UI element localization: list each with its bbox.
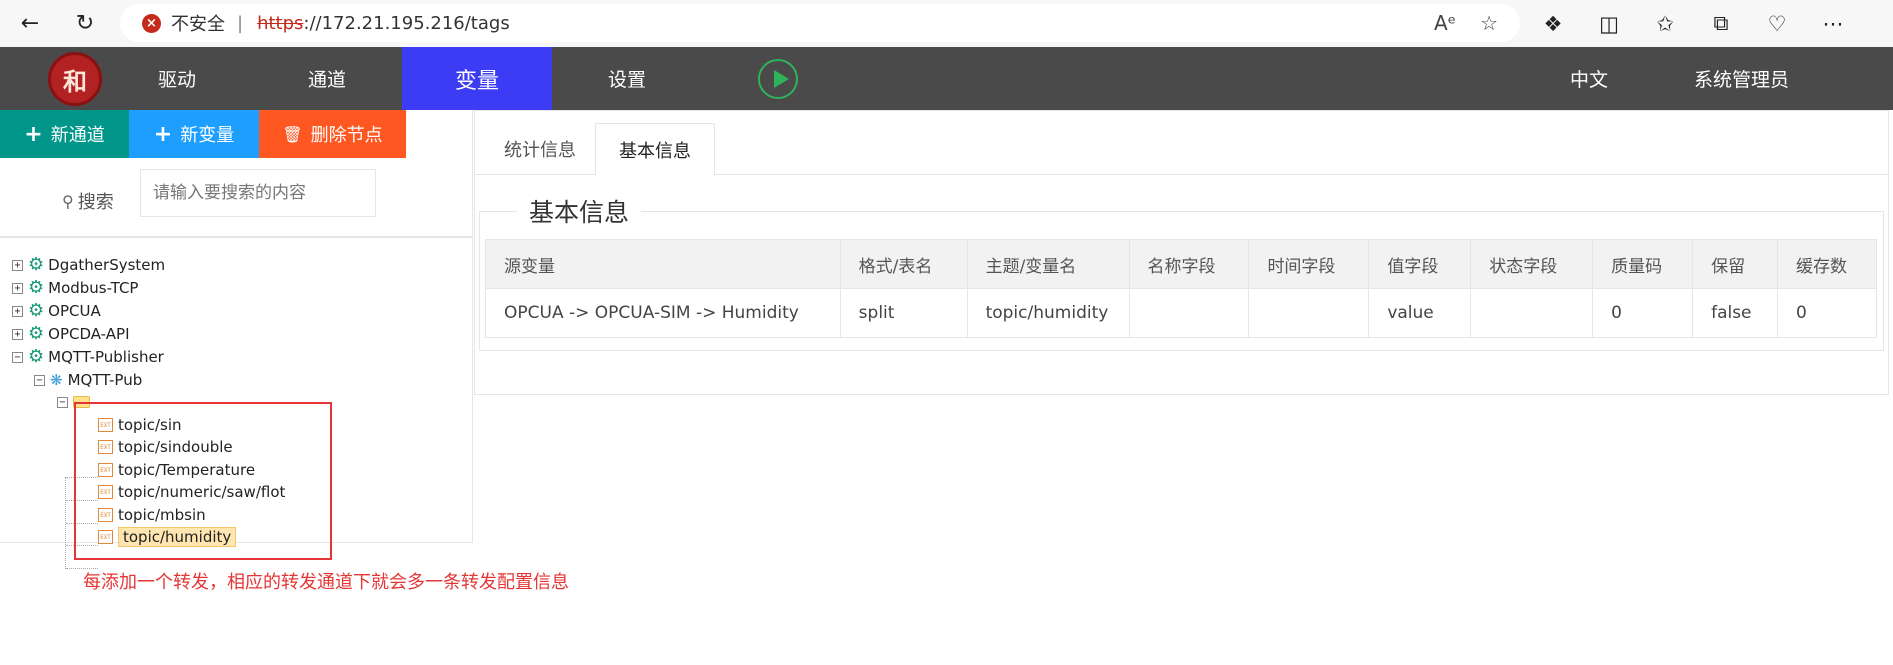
app-header: 和 驱动 通道 变量 设置 中文 系统管理员	[0, 47, 1893, 110]
gear-icon: ⚙	[28, 277, 45, 298]
tab-statistics[interactable]: 统计信息	[480, 123, 600, 175]
expand-icon[interactable]: +	[12, 305, 23, 317]
user-menu[interactable]: 系统管理员	[1694, 47, 1789, 110]
logo: 和	[48, 52, 102, 106]
tree-node-label: DgatherSystem	[48, 256, 166, 274]
tree-node-mqtt-publisher[interactable]: − ⚙ MQTT-Publisher	[12, 347, 164, 367]
gear-icon: ⚙	[28, 323, 45, 344]
network-node-icon: ❋	[50, 371, 63, 389]
gear-icon: ⚙	[28, 254, 45, 275]
menu-item-settings[interactable]: 设置	[552, 47, 702, 110]
tree-node-dgathersystem[interactable]: + ⚙ DgatherSystem	[12, 255, 165, 275]
collapse-icon[interactable]: −	[34, 374, 45, 386]
new-variable-button[interactable]: + 新变量	[129, 110, 259, 158]
col-name-field: 名称字段	[1128, 239, 1250, 289]
tree-node-mqtt-pub[interactable]: − ❋ MQTT-Pub	[34, 370, 142, 390]
new-variable-label: 新变量	[180, 125, 235, 146]
tab-basic-info[interactable]: 基本信息	[595, 123, 715, 176]
table-header-row: 源变量 格式/表名 主题/变量名 名称字段 时间字段 值字段 状态字段 质量码 …	[485, 239, 1877, 289]
search-input[interactable]	[140, 169, 376, 217]
more-menu-icon[interactable]: ⋯	[1815, 12, 1851, 36]
table-cell: value	[1368, 288, 1472, 338]
section-title: 基本信息	[517, 193, 642, 229]
split-screen-icon[interactable]: ◫	[1591, 12, 1627, 36]
tree-node-label: MQTT-Pub	[67, 371, 143, 389]
tree-node-opcda-api[interactable]: + ⚙ OPCDA-API	[12, 324, 130, 344]
detail-panel: 统计信息 基本信息 基本信息 源变量 格式/表名 主题/变量名 名称字段 时间字…	[474, 110, 1889, 395]
read-aloud-icon[interactable]: Aᵉ	[1434, 11, 1456, 35]
trash-icon: 🗑	[282, 124, 303, 144]
info-table: 源变量 格式/表名 主题/变量名 名称字段 时间字段 值字段 状态字段 质量码 …	[485, 239, 1877, 338]
annotation-text: 每添加一个转发，相应的转发通道下就会多一条转发配置信息	[83, 572, 569, 593]
plus-icon: +	[153, 121, 173, 147]
search-label-wrap: ⚲ 搜索	[62, 188, 114, 214]
collapse-icon[interactable]: −	[57, 396, 68, 408]
browser-toolbar: ← ↻ × 不安全 | https://172.21.195.216/tags …	[0, 0, 1893, 47]
delete-node-label: 删除节点	[310, 125, 383, 146]
table-cell	[1248, 288, 1370, 338]
expand-icon[interactable]: +	[12, 282, 23, 294]
address-bar[interactable]: × 不安全 | https://172.21.195.216/tags Aᵉ ☆	[120, 4, 1520, 42]
tree-node-modbus-tcp[interactable]: + ⚙ Modbus-TCP	[12, 278, 138, 298]
menu-item-drivers[interactable]: 驱动	[102, 47, 252, 110]
menu-item-channels[interactable]: 通道	[252, 47, 402, 110]
insecure-label: 不安全	[171, 14, 225, 35]
highlight-box	[74, 402, 332, 560]
expand-icon[interactable]: +	[12, 259, 23, 271]
back-icon[interactable]: ←	[10, 3, 50, 43]
delete-node-button[interactable]: 🗑 删除节点	[259, 110, 406, 158]
table-cell: 0	[1777, 288, 1877, 338]
plus-icon: +	[24, 121, 43, 147]
collections-icon[interactable]: ⧉	[1703, 11, 1739, 36]
search-label: 搜索	[77, 192, 114, 213]
table-cell: topic/humidity	[966, 288, 1130, 338]
col-status-field: 状态字段	[1470, 239, 1594, 289]
new-channel-button[interactable]: + 新通道	[0, 110, 129, 158]
address-separator: |	[237, 12, 244, 34]
col-quality-code: 质量码	[1592, 239, 1694, 289]
col-source-variable: 源变量	[485, 239, 841, 289]
col-value-field: 值字段	[1368, 239, 1472, 289]
expand-icon[interactable]: +	[12, 328, 23, 340]
col-time-field: 时间字段	[1248, 239, 1370, 289]
tree-node-opcua[interactable]: + ⚙ OPCUA	[12, 301, 101, 321]
favorites-icon[interactable]: ✩	[1647, 12, 1683, 36]
table-cell: OPCUA -> OPCUA-SIM -> Humidity	[485, 288, 841, 338]
collapse-icon[interactable]: −	[12, 351, 23, 363]
tree-node-label: Modbus-TCP	[48, 279, 139, 297]
gear-icon: ⚙	[28, 346, 45, 367]
url-protocol: https	[257, 12, 304, 34]
col-cache-count: 缓存数	[1777, 239, 1877, 289]
refresh-icon[interactable]: ↻	[65, 3, 105, 43]
favorite-star-icon[interactable]: ☆	[1480, 11, 1498, 35]
search-area: ⚲ 搜索	[0, 158, 472, 238]
table-cell	[1128, 288, 1250, 338]
browser-essentials-icon[interactable]: ♡	[1759, 12, 1795, 36]
table-cell: split	[839, 288, 968, 338]
language-switch[interactable]: 中文	[1570, 47, 1608, 110]
col-topic: 主题/变量名	[966, 239, 1130, 289]
play-icon[interactable]	[758, 59, 798, 99]
insecure-icon: ×	[142, 13, 161, 33]
url-text: ://172.21.195.216/tags	[303, 12, 510, 34]
search-icon: ⚲	[62, 191, 74, 211]
table-cell	[1470, 288, 1594, 338]
tab-bar: 统计信息 基本信息	[475, 111, 1888, 176]
new-channel-label: 新通道	[50, 125, 105, 146]
col-retain: 保留	[1692, 239, 1779, 289]
tree-node-label: OPCUA	[48, 302, 101, 320]
col-format: 格式/表名	[839, 239, 968, 289]
menu-item-variables[interactable]: 变量	[402, 47, 552, 110]
tree-node-label: OPCDA-API	[48, 325, 130, 343]
table-row: OPCUA -> OPCUA-SIM -> Humidity split top…	[485, 288, 1877, 338]
tree-node-label: MQTT-Publisher	[48, 348, 164, 366]
table-cell: 0	[1592, 288, 1694, 338]
table-cell: false	[1692, 288, 1779, 338]
extensions-icon[interactable]: ❖	[1535, 12, 1571, 36]
gear-icon: ⚙	[28, 300, 45, 321]
